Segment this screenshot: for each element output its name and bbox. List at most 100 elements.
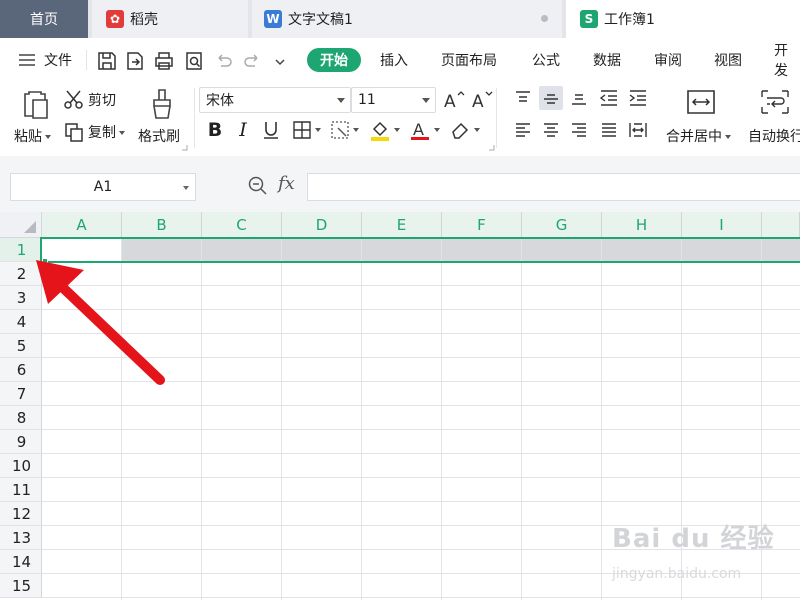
row-header-14[interactable]: 14 [0,550,42,574]
tab-formulas[interactable]: 公式 [532,38,560,82]
row-header-9[interactable]: 9 [0,430,42,454]
zoom-search-icon[interactable] [247,175,269,197]
row-header-5[interactable]: 5 [0,334,42,358]
merge-center-button[interactable]: 合并居中 [664,86,738,152]
font-name-select[interactable]: 宋体 [199,87,351,113]
distributed-button[interactable] [626,118,650,142]
align-middle-button[interactable] [539,86,563,110]
column-header-h[interactable]: H [602,212,682,238]
svg-text:A: A [413,120,424,139]
borders-button[interactable] [289,118,323,142]
insert-function-icon[interactable]: fx [278,173,295,194]
align-center-icon [544,123,558,137]
tab-developer[interactable]: 开发 [774,38,800,82]
row-header-11[interactable]: 11 [0,478,42,502]
tab-page-layout[interactable]: 页面布局 [441,38,497,82]
select-all-corner[interactable] [0,212,42,238]
format-painter-button[interactable]: 格式刷 [136,86,186,152]
fill-style-icon [330,121,349,139]
undo-icon[interactable] [212,50,234,72]
row-header-8[interactable]: 8 [0,406,42,430]
group-expand-icon[interactable] [182,145,188,151]
column-header-f[interactable]: F [442,212,522,238]
column-gridline [281,238,282,600]
row-header-7[interactable]: 7 [0,382,42,406]
paint-bucket-icon [370,121,389,141]
cut-button[interactable]: 剪切 [63,88,116,112]
fill-style-button[interactable] [327,118,361,142]
column-header-b[interactable]: B [122,212,202,238]
customize-dropdown-icon[interactable] [272,50,288,72]
row-gridline [42,405,800,406]
wrap-text-button[interactable]: 自动换行 [746,86,800,152]
indent-icon [629,90,646,106]
increase-font-button[interactable]: A [442,88,466,112]
row-header-6[interactable]: 6 [0,358,42,382]
column-header-d[interactable]: D [282,212,362,238]
redo-icon[interactable] [242,50,264,72]
tab-start[interactable]: 开始 [307,48,361,72]
align-top-button[interactable] [511,86,535,110]
tab-document[interactable]: W 文字文稿1 [252,0,562,38]
justify-icon [602,123,616,137]
distributed-icon [629,123,647,137]
paste-label: 粘贴 [14,126,51,146]
tab-view-label: 视图 [714,53,742,69]
print-preview-icon[interactable] [183,50,205,72]
format-painter-label: 格式刷 [138,129,180,145]
tab-formulas-label: 公式 [532,53,560,69]
increase-indent-button[interactable] [626,86,650,110]
column-header-next[interactable] [762,212,800,238]
file-menu[interactable]: 文件 [18,38,72,82]
name-box[interactable]: A1 [10,173,196,201]
fill-color-button[interactable] [367,118,401,142]
font-size-select[interactable]: 11 [351,87,436,113]
align-left-button[interactable] [511,118,535,142]
row-header-13[interactable]: 13 [0,526,42,550]
print-icon[interactable] [153,50,175,72]
row-header-4[interactable]: 4 [0,310,42,334]
tab-bar: 首页 ✿ 稻壳 W 文字文稿1 S 工作簿1 [0,0,800,38]
export-icon[interactable] [124,50,146,72]
row-header-15[interactable]: 15 [0,574,42,598]
divider [496,88,497,148]
borders-icon [292,121,311,139]
menu-row: 文件 开始 插入 页面布局 公式 数据 审阅 视图 开发 [0,38,800,82]
align-center-button[interactable] [539,118,563,142]
column-header-i[interactable]: I [682,212,762,238]
column-header-e[interactable]: E [362,212,442,238]
tab-insert[interactable]: 插入 [380,38,408,82]
font-color-button[interactable]: A [407,118,441,142]
fill-handle[interactable] [42,258,48,264]
column-header-a[interactable]: A [42,212,122,238]
underline-button[interactable] [259,118,283,142]
align-bottom-button[interactable] [567,86,591,110]
row-header-12[interactable]: 12 [0,502,42,526]
tab-home[interactable]: 首页 [0,0,88,38]
italic-button[interactable]: I [231,118,255,142]
justify-button[interactable] [597,118,621,142]
formula-input[interactable] [307,173,800,201]
row-header-10[interactable]: 10 [0,454,42,478]
paste-button[interactable]: 粘贴 [14,86,58,152]
copy-button[interactable]: 复制 [63,120,125,144]
bold-button[interactable]: B [203,118,227,142]
clear-format-button[interactable] [447,118,481,142]
column-header-g[interactable]: G [522,212,602,238]
row-header-3[interactable]: 3 [0,286,42,310]
align-right-button[interactable] [567,118,591,142]
column-header-c[interactable]: C [202,212,282,238]
decrease-indent-button[interactable] [597,86,621,110]
tab-data[interactable]: 数据 [593,38,621,82]
merge-center-label: 合并居中 [666,126,731,146]
tab-workbook[interactable]: S 工作簿1 [566,0,800,38]
decrease-font-button[interactable]: A [470,88,494,112]
tab-daoke[interactable]: ✿ 稻壳 [92,0,248,38]
row-header-2[interactable]: 2 [0,262,42,286]
tab-view[interactable]: 视图 [714,38,742,82]
group-expand-icon[interactable] [489,145,495,151]
tab-review[interactable]: 审阅 [654,38,682,82]
underline-icon [264,122,278,139]
save-icon[interactable] [96,50,118,72]
row-header-1[interactable]: 1 [0,238,42,262]
